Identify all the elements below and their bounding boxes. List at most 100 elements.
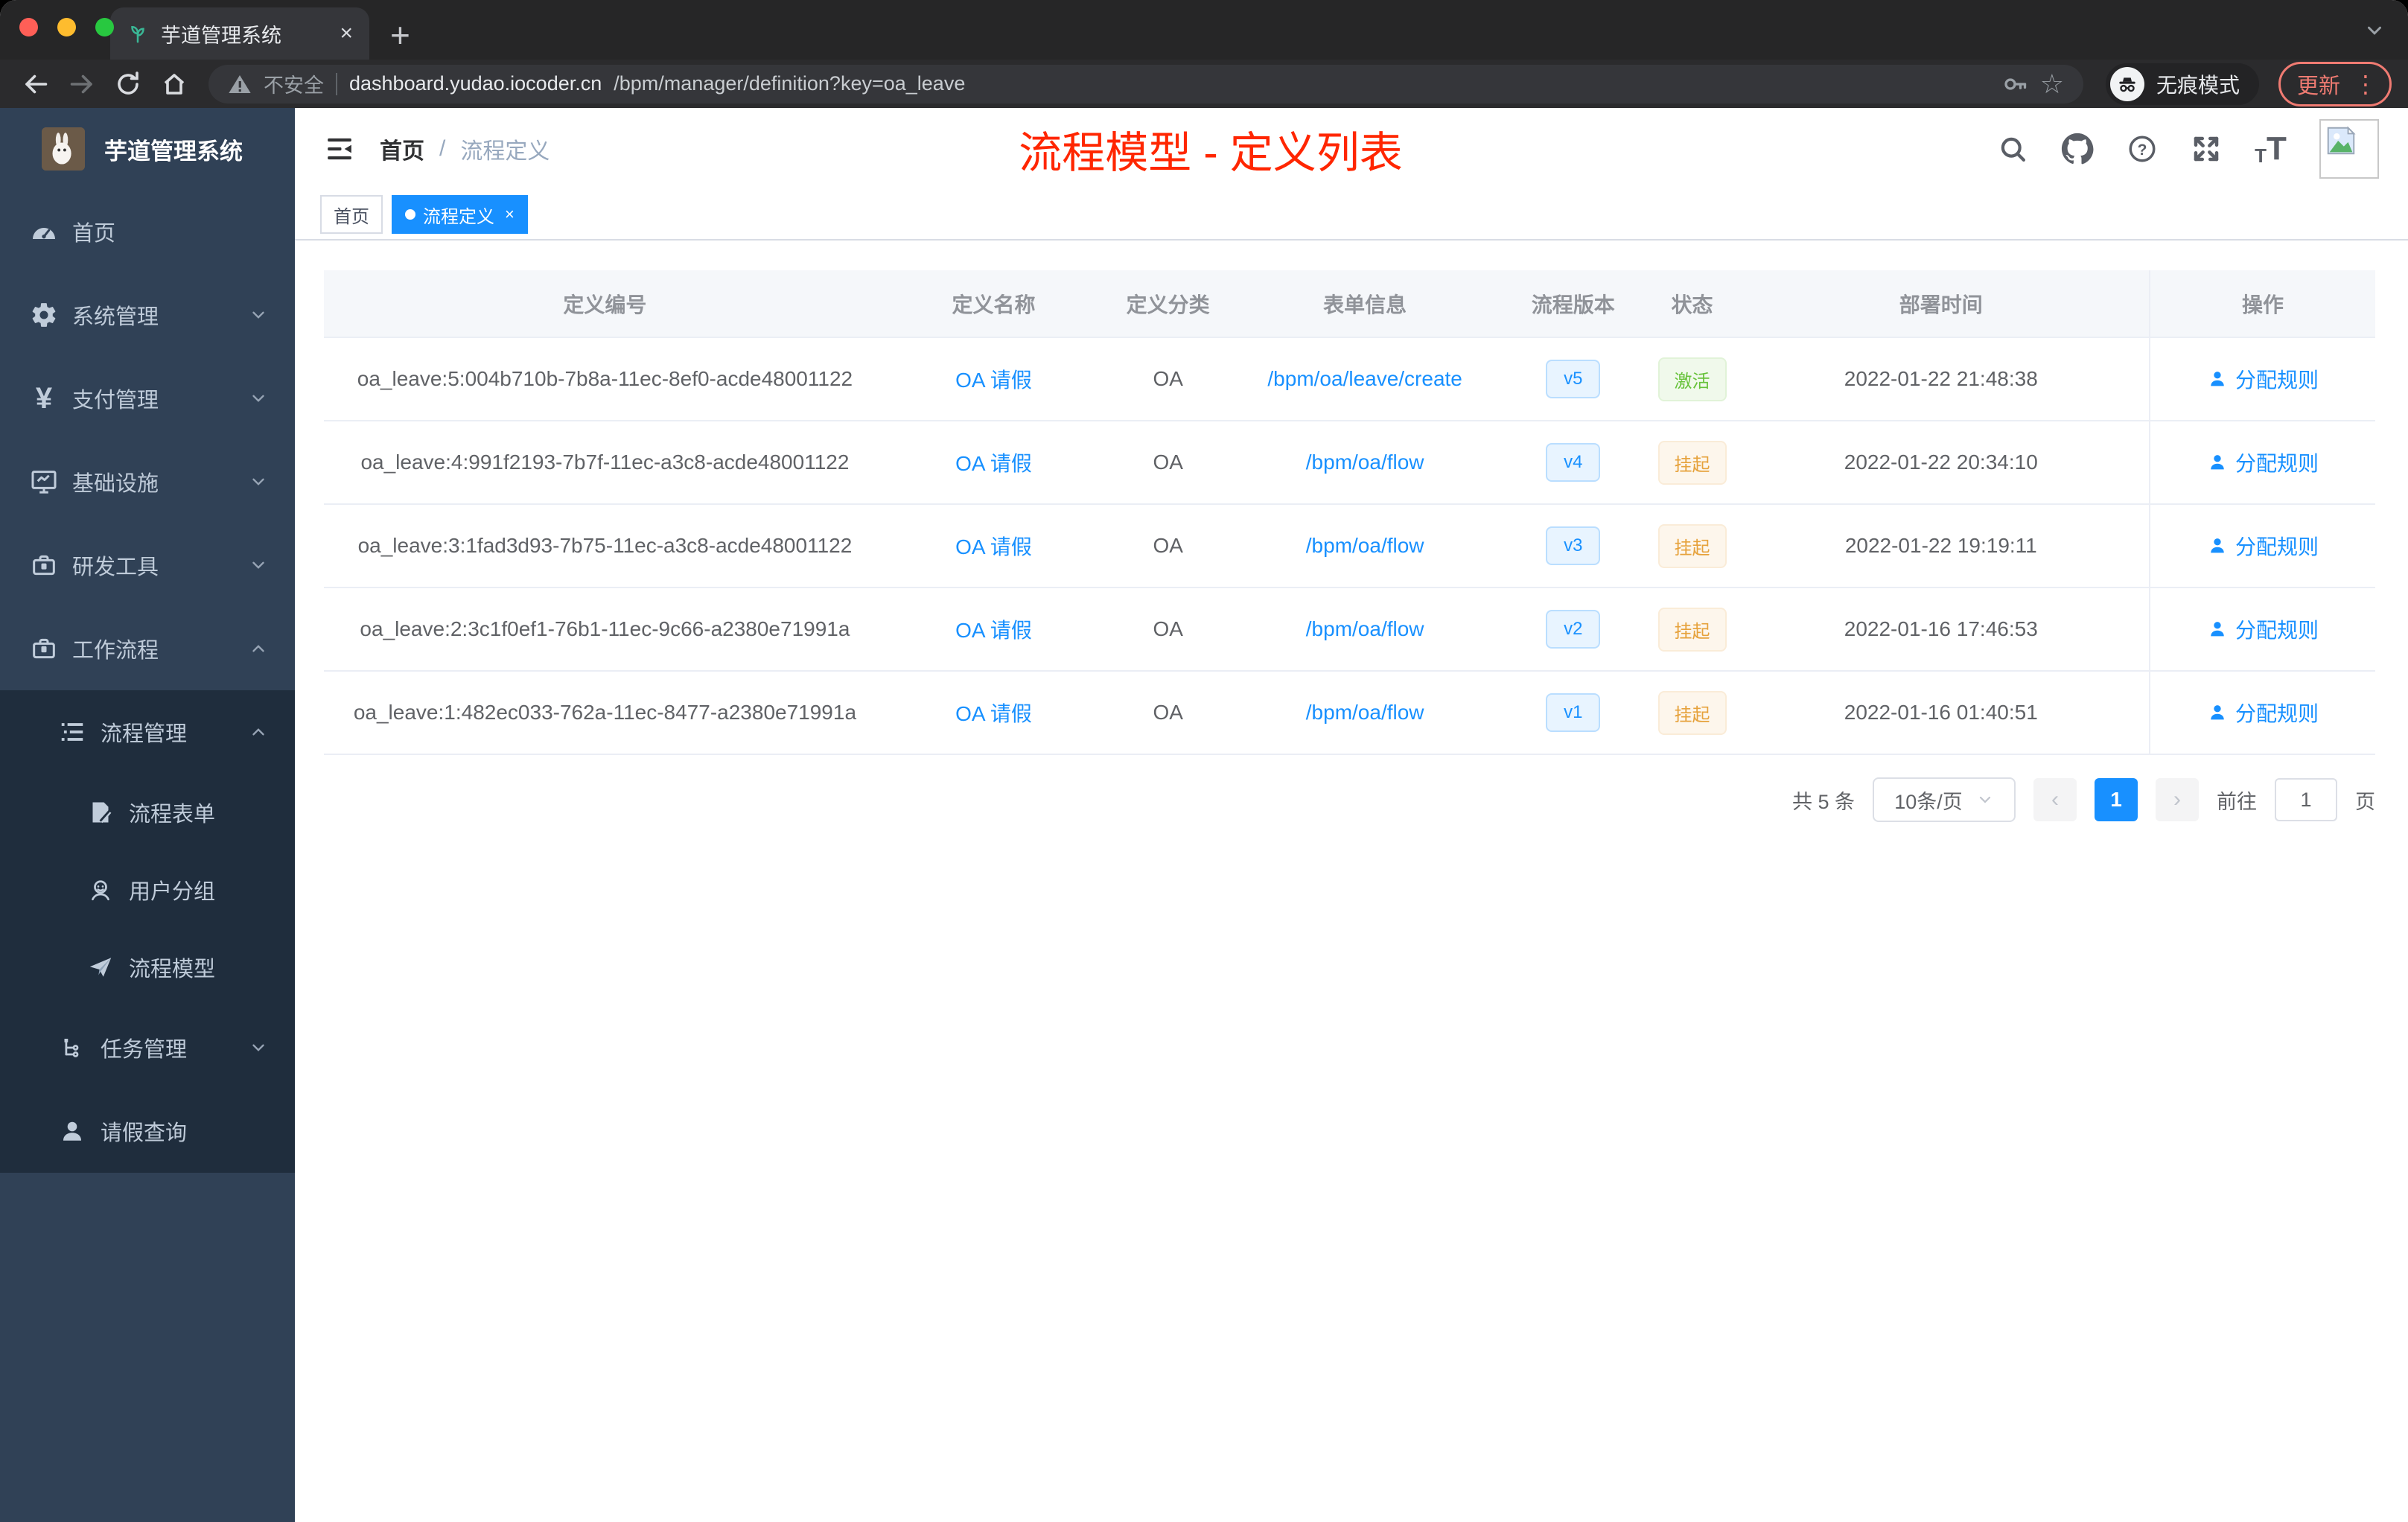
breadcrumb-home[interactable]: 首页 <box>380 133 424 165</box>
assign-rule-button[interactable]: 分配规则 <box>2207 448 2319 477</box>
active-dot <box>405 209 415 220</box>
org-tree-icon <box>56 1034 89 1061</box>
definition-name-link[interactable]: OA 请假 <box>955 369 1032 392</box>
sidebar: 芋道管理系统 首页 系统管理 ¥ 支付管理 基础设施 研发工具 工作流程 流程管… <box>0 108 295 1522</box>
address-bar[interactable]: 不安全 dashboard.yudao.iocoder.cn /bpm/mana… <box>208 64 2083 104</box>
sidebar-item-user-group[interactable]: 用户分组 <box>0 851 295 929</box>
fullscreen-icon[interactable] <box>2191 133 2222 165</box>
form-link[interactable]: /bpm/oa/flow <box>1306 617 1424 640</box>
security-label[interactable]: 不安全 <box>264 69 324 98</box>
sidebar-item-label: 用户分组 <box>129 880 216 904</box>
back-button[interactable] <box>16 65 55 104</box>
sidebar-item-workflow[interactable]: 工作流程 <box>0 607 295 690</box>
document-edit-icon <box>84 799 117 826</box>
person-solid-icon <box>56 1118 89 1144</box>
definition-category: OA <box>1101 504 1235 588</box>
assign-rule-button[interactable]: 分配规则 <box>2207 698 2319 727</box>
browser-tab[interactable]: 芋道管理系统 × <box>110 7 369 60</box>
bookmark-star-icon[interactable]: ☆ <box>2040 70 2064 98</box>
deploy-time: 2022-01-22 21:48:38 <box>1733 337 2150 421</box>
page-1-button[interactable]: 1 <box>2095 778 2138 821</box>
table-row: oa_leave:4:991f2193-7b7f-11ec-a3c8-acde4… <box>324 421 2375 505</box>
form-link[interactable]: /bpm/oa/flow <box>1306 450 1424 474</box>
definition-name-link[interactable]: OA 请假 <box>955 702 1032 725</box>
font-size-icon[interactable]: TT <box>2255 133 2287 166</box>
breadcrumb-separator: / <box>439 136 446 161</box>
tags-view: 首页 流程定义 × <box>295 190 2408 241</box>
window-minimize-button[interactable] <box>57 18 76 36</box>
tag-home[interactable]: 首页 <box>320 195 383 234</box>
assign-rule-label: 分配规则 <box>2235 368 2319 392</box>
column-header: 状态 <box>1651 270 1733 338</box>
sidebar-item-infrastructure[interactable]: 基础设施 <box>0 440 295 523</box>
sidebar-collapse-icon[interactable] <box>325 134 354 164</box>
briefcase-icon <box>28 634 60 663</box>
tab-close-icon[interactable]: × <box>340 22 353 45</box>
form-link[interactable]: /bpm/oa/leave/create <box>1267 367 1462 390</box>
goto-page-input[interactable]: 1 <box>2275 778 2337 821</box>
window-zoom-button[interactable] <box>95 18 114 36</box>
app-logo-row[interactable]: 芋道管理系统 <box>0 108 295 190</box>
update-label[interactable]: 更新 <box>2297 69 2340 100</box>
chevron-up-icon <box>249 639 268 658</box>
column-header: 定义分类 <box>1101 270 1235 338</box>
definition-table: 定义编号 定义名称 定义分类 表单信息 流程版本 状态 部署时间 操作 oa_l <box>324 270 2375 755</box>
password-key-icon[interactable] <box>2001 71 2028 98</box>
help-icon[interactable]: ? <box>2127 133 2158 165</box>
column-header: 流程版本 <box>1495 270 1651 338</box>
deploy-time: 2022-01-22 20:34:10 <box>1733 421 2150 505</box>
tag-close-icon[interactable]: × <box>505 205 515 224</box>
assign-rule-label: 分配规则 <box>2235 535 2319 558</box>
deploy-time: 2022-01-16 01:40:51 <box>1733 671 2150 755</box>
chevron-down-icon <box>249 472 268 491</box>
form-link[interactable]: /bpm/oa/flow <box>1306 534 1424 557</box>
sidebar-item-label: 基础设施 <box>72 472 159 496</box>
incognito-badge: 无痕模式 <box>2105 63 2259 105</box>
tag-process-definition[interactable]: 流程定义 × <box>392 195 528 234</box>
tab-search-chevron-icon[interactable] <box>2363 19 2386 42</box>
chevron-down-icon <box>1976 791 1994 809</box>
incognito-icon <box>2109 66 2144 101</box>
next-page-button[interactable]: › <box>2156 778 2199 821</box>
sidebar-item-devtools[interactable]: 研发工具 <box>0 523 295 607</box>
github-icon[interactable] <box>2061 133 2094 165</box>
form-link[interactable]: /bpm/oa/flow <box>1306 701 1424 724</box>
chevron-down-icon <box>249 1038 268 1057</box>
browser-menu-icon[interactable]: ⋮ <box>2354 72 2377 96</box>
sidebar-item-system[interactable]: 系统管理 <box>0 273 295 357</box>
definition-category: OA <box>1101 588 1235 672</box>
definition-name-link[interactable]: OA 请假 <box>955 619 1032 642</box>
svg-text:?: ? <box>2138 141 2147 159</box>
url-path[interactable]: /bpm/manager/definition?key=oa_leave <box>614 72 965 95</box>
prev-page-button[interactable]: ‹ <box>2033 778 2077 821</box>
chrome-update-button[interactable]: 更新 ⋮ <box>2278 61 2392 106</box>
version-tag: v2 <box>1546 610 1601 649</box>
sidebar-item-task-mgmt[interactable]: 任务管理 <box>0 1006 295 1089</box>
sidebar-item-process-form[interactable]: 流程表单 <box>0 774 295 851</box>
sidebar-item-home[interactable]: 首页 <box>0 190 295 273</box>
avatar-dropdown[interactable]: ▾ <box>2319 119 2379 179</box>
assign-rule-button[interactable]: 分配规则 <box>2207 364 2319 394</box>
assign-rule-button[interactable]: 分配规则 <box>2207 614 2319 644</box>
window-close-button[interactable] <box>19 18 38 36</box>
avatar[interactable] <box>2319 119 2379 179</box>
definition-name-link[interactable]: OA 请假 <box>955 452 1032 475</box>
definition-id: oa_leave:4:991f2193-7b7f-11ec-a3c8-acde4… <box>324 421 886 505</box>
page-size-select[interactable]: 10条/页 <box>1873 777 2016 822</box>
goto-label: 前往 <box>2217 790 2257 813</box>
browser-window: 芋道管理系统 × + 不安全 dashboard.yudao.iocoder.c… <box>0 0 2408 1522</box>
definition-id: oa_leave:5:004b710b-7b8a-11ec-8ef0-acde4… <box>324 337 886 421</box>
assign-rule-button[interactable]: 分配规则 <box>2207 531 2319 561</box>
search-icon[interactable] <box>1997 133 2028 165</box>
reload-button[interactable] <box>109 65 147 104</box>
definition-name-link[interactable]: OA 请假 <box>955 535 1032 558</box>
sidebar-item-process-model[interactable]: 流程模型 <box>0 929 295 1006</box>
sidebar-item-leave-query[interactable]: 请假查询 <box>0 1089 295 1173</box>
home-button[interactable] <box>155 65 194 104</box>
security-warning-icon[interactable] <box>228 72 252 96</box>
sidebar-item-payment[interactable]: ¥ 支付管理 <box>0 357 295 440</box>
new-tab-button[interactable]: + <box>390 18 410 52</box>
url-host[interactable]: dashboard.yudao.iocoder.cn <box>349 72 602 95</box>
sidebar-item-process-mgmt[interactable]: 流程管理 <box>0 690 295 774</box>
forward-button[interactable] <box>63 65 101 104</box>
